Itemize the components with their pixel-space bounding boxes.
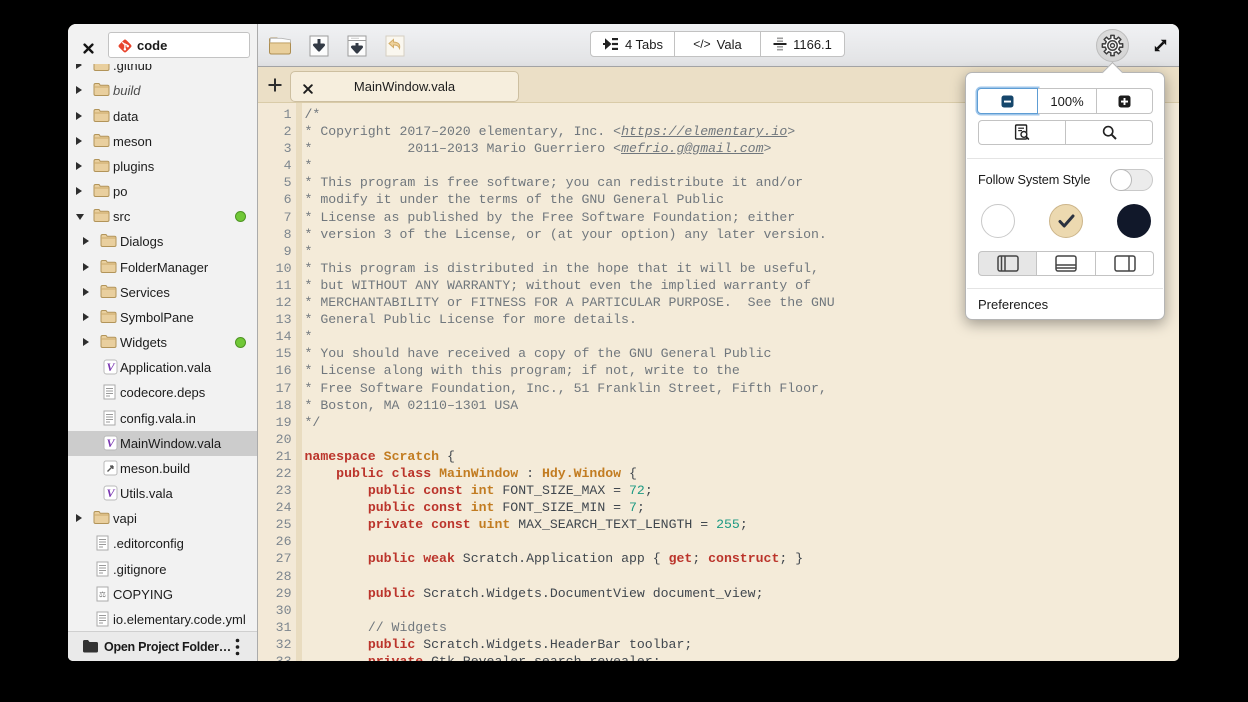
svg-text:V: V: [106, 436, 115, 450]
svg-text:V: V: [106, 486, 115, 500]
svg-text:V: V: [106, 360, 115, 374]
svg-text:⚖: ⚖: [98, 590, 105, 599]
